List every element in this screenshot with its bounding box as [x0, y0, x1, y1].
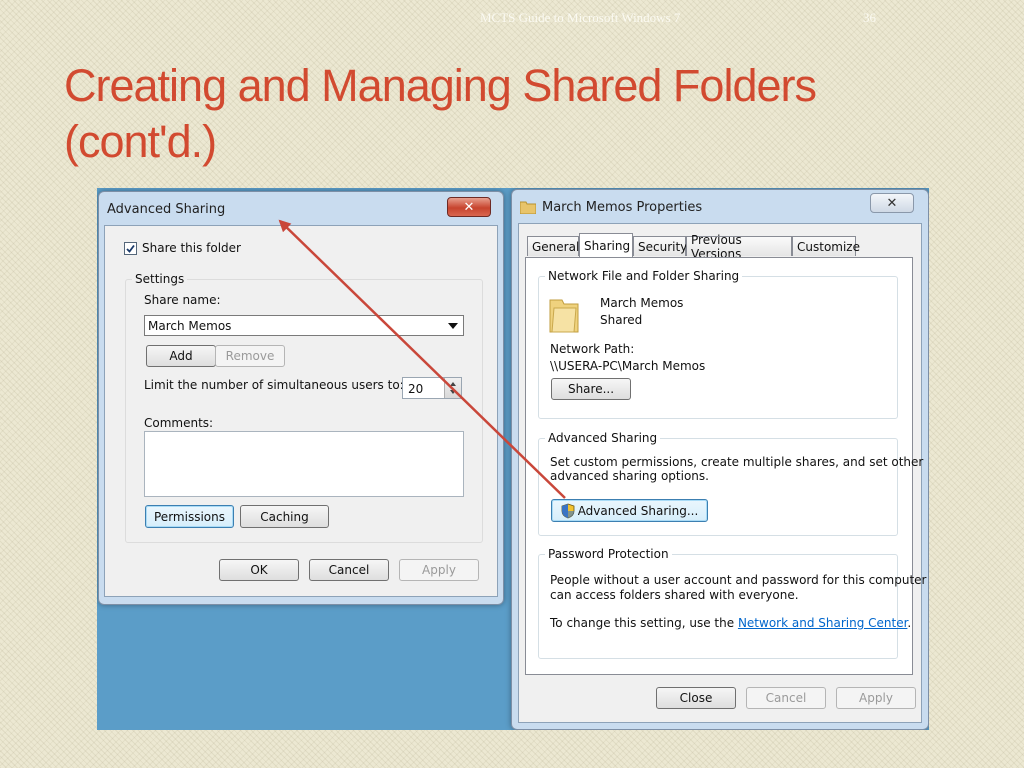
change-setting-text: To change this setting, use the Network … [550, 616, 911, 630]
slide-header: MCTS Guide to Microsoft Windows 7 36 [480, 10, 900, 26]
tab-customize-label: Customize [797, 239, 860, 254]
cancel-button[interactable]: Cancel [309, 559, 389, 581]
limit-users-label: Limit the number of simultaneous users t… [144, 378, 404, 392]
chevron-down-icon[interactable] [448, 323, 458, 329]
share-name-value: March Memos [148, 319, 232, 333]
close-icon: ✕ [463, 199, 475, 215]
share-folder-checkbox[interactable] [124, 242, 137, 255]
apply-button-label: Apply [422, 563, 456, 577]
checkmark-icon [126, 244, 135, 253]
remove-button[interactable]: Remove [215, 345, 285, 367]
folder-name: March Memos [600, 296, 684, 310]
tab-strip: General Sharing Security Previous Versio… [527, 233, 917, 261]
ok-button-label: OK [250, 563, 268, 577]
add-button[interactable]: Add [146, 345, 216, 367]
share-folder-label: Share this folder [142, 241, 241, 255]
apply-button[interactable]: Apply [836, 687, 916, 709]
cancel-button-label: Cancel [328, 563, 370, 577]
advanced-sharing-desc-line2: advanced sharing options. [550, 469, 709, 483]
dialog-client-area: General Sharing Security Previous Versio… [518, 223, 926, 723]
dialog-client-area: Share this folder Settings Share name: M… [104, 225, 498, 597]
network-sharing-group-label: Network File and Folder Sharing [545, 269, 743, 283]
password-protection-group-label: Password Protection [545, 547, 672, 561]
uac-shield-icon [561, 503, 575, 518]
ok-button[interactable]: OK [219, 559, 299, 581]
caching-button[interactable]: Caching [240, 505, 329, 528]
slide-title-line1: Creating and Managing Shared Folders [64, 60, 817, 111]
share-button-label: Share... [567, 382, 615, 396]
settings-group-label: Settings [132, 272, 188, 286]
share-name-label: Share name: [144, 293, 221, 307]
close-button[interactable]: ✕ [870, 193, 914, 213]
properties-dialog: March Memos Properties ✕ General Sharing… [511, 189, 929, 730]
dialog-title: Advanced Sharing [107, 202, 226, 217]
network-sharing-center-link[interactable]: Network and Sharing Center [738, 616, 907, 630]
tab-sharing[interactable]: Sharing [579, 233, 633, 257]
folder-share-status: Shared [600, 313, 643, 327]
close-dialog-button-label: Close [679, 691, 713, 705]
change-setting-suffix: . [907, 616, 912, 630]
tab-security-label: Security [638, 239, 688, 254]
tab-sharing-label: Sharing [584, 238, 631, 253]
slide-page-number: 36 [863, 10, 876, 25]
network-path-label: Network Path: [550, 342, 635, 356]
slide-title: Creating and Managing Shared Folders (co… [64, 58, 964, 170]
password-desc-line1: People without a user account and passwo… [550, 573, 927, 587]
permissions-button[interactable]: Permissions [145, 505, 234, 528]
dialog-title: March Memos Properties [542, 200, 703, 215]
advanced-sharing-button-label: Advanced Sharing... [577, 503, 699, 518]
spinner-arrows-icon[interactable] [444, 378, 461, 398]
advanced-sharing-dialog: Advanced Sharing ✕ Share this folder Set… [98, 191, 504, 605]
folder-icon [520, 201, 536, 214]
limit-users-spinner[interactable]: 20 [402, 377, 462, 399]
close-dialog-button[interactable]: Close [656, 687, 736, 709]
close-icon: ✕ [886, 195, 898, 211]
advanced-sharing-button[interactable]: Advanced Sharing... [551, 499, 708, 522]
tab-general[interactable]: General [527, 236, 579, 256]
advanced-sharing-group-label: Advanced Sharing [545, 431, 661, 445]
tab-customize[interactable]: Customize [792, 236, 860, 256]
permissions-button-label: Permissions [154, 509, 225, 524]
tab-previous-versions[interactable]: Previous Versions [686, 233, 792, 261]
cancel-button-label: Cancel [765, 691, 807, 705]
apply-button-label: Apply [859, 691, 893, 705]
apply-button[interactable]: Apply [399, 559, 479, 581]
tab-security[interactable]: Security [633, 236, 688, 256]
comments-label: Comments: [144, 416, 214, 430]
slide-title-line2: (cont'd.) [64, 116, 217, 167]
network-path-value: \\USERA-PC\March Memos [550, 359, 706, 373]
cancel-button[interactable]: Cancel [746, 687, 826, 709]
comments-textarea[interactable] [144, 431, 464, 497]
windows-screenshot: Advanced Sharing ✕ Share this folder Set… [97, 188, 929, 730]
tab-panel: Network File and Folder Sharing March Me… [525, 257, 926, 675]
advanced-sharing-desc-line1: Set custom permissions, create multiple … [550, 455, 924, 469]
close-button[interactable]: ✕ [447, 197, 491, 217]
password-desc-line2: can access folders shared with everyone. [550, 588, 799, 602]
share-name-combo[interactable]: March Memos [144, 315, 464, 336]
folder-icon [549, 299, 579, 333]
slide-header-text: MCTS Guide to Microsoft Windows 7 [480, 10, 681, 25]
caching-button-label: Caching [260, 509, 309, 524]
add-button-label: Add [169, 349, 193, 363]
remove-button-label: Remove [225, 349, 275, 363]
password-protection-group: Password Protection [538, 547, 898, 659]
limit-users-value: 20 [408, 382, 424, 396]
tab-general-label: General [532, 239, 580, 254]
share-button[interactable]: Share... [551, 378, 631, 400]
change-setting-prefix: To change this setting, use the [550, 616, 738, 630]
